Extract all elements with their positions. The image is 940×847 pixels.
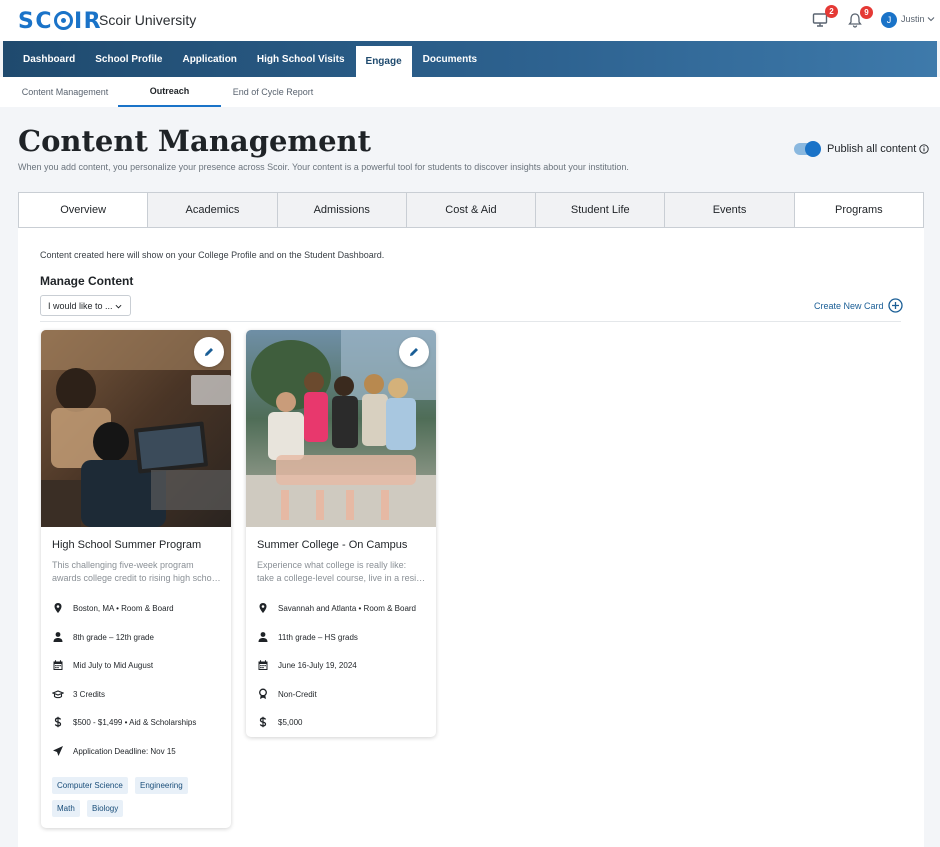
sub-nav: Content Management Outreach End of Cycle… <box>0 77 940 107</box>
card-detail-text: June 16-July 19, 2024 <box>278 660 357 670</box>
card-detail-location: Boston, MA • Room & Board <box>52 601 174 615</box>
credits-icon <box>52 690 64 699</box>
card-detail-location: Savannah and Atlanta • Room & Board <box>257 601 416 615</box>
nav-dashboard[interactable]: Dashboard <box>3 41 85 77</box>
subnav-outreach[interactable]: Outreach <box>118 77 221 107</box>
org-name: Scoir University <box>99 12 197 28</box>
tag-chip[interactable]: Biology <box>87 800 124 817</box>
card-title: High School Summer Program <box>52 539 202 551</box>
location-pin-icon <box>54 603 62 613</box>
card-detail-text: $5,000 <box>278 717 303 727</box>
card-detail-text: 8th grade – 12th grade <box>73 632 154 642</box>
card-detail-text: Mid July to Mid August <box>73 660 154 670</box>
user-name[interactable]: Justin <box>901 14 925 24</box>
messages-icon[interactable]: 2 <box>812 5 838 31</box>
card-detail-text: $500 - $1,499 • Aid & Scholarships <box>73 717 197 727</box>
info-icon[interactable] <box>919 144 929 154</box>
card-detail-grades: 11th grade – HS grads <box>257 630 358 644</box>
publish-toggle-group: Publish all content <box>794 141 929 157</box>
calendar-icon <box>258 660 268 670</box>
nav-high-school-visits[interactable]: High School Visits <box>247 41 355 77</box>
card-description: Experience what college is really like: … <box>257 559 429 585</box>
panel-note: Content created here will show on your C… <box>40 250 385 260</box>
card-description: This challenging five-week program award… <box>52 559 224 585</box>
award-icon <box>259 688 267 699</box>
pencil-icon <box>205 348 213 356</box>
card-detail-dates: June 16-July 19, 2024 <box>257 658 357 672</box>
section-tabs: Overview Academics Admissions Cost & Aid… <box>18 192 924 228</box>
nav-school-profile[interactable]: School Profile <box>85 41 172 77</box>
card-title: Summer College - On Campus <box>257 539 408 551</box>
notifications-badge: 9 <box>860 6 873 19</box>
dropdown-value: I would like to ... <box>48 300 113 311</box>
page-description: When you add content, you personalize yo… <box>18 162 629 172</box>
dollar-icon <box>259 716 267 728</box>
nav-engage[interactable]: Engage <box>355 46 412 77</box>
card-detail-text: 3 Credits <box>73 689 106 699</box>
top-bar: SC IR Scoir University 2 9 J Justin <box>0 0 940 41</box>
tab-admissions[interactable]: Admissions <box>277 192 407 228</box>
card-detail-cost: $500 - $1,499 • Aid & Scholarships <box>52 715 196 729</box>
card-detail-text: Boston, MA • Room & Board <box>73 603 174 613</box>
card-detail-text: Non-Credit <box>278 689 317 699</box>
tab-academics[interactable]: Academics <box>148 192 278 228</box>
content-panel: Content created here will show on your C… <box>18 228 924 847</box>
create-new-card-button[interactable]: Create New Card <box>814 298 903 313</box>
chevron-down-icon <box>115 304 122 309</box>
tab-programs[interactable]: Programs <box>794 192 924 228</box>
card-description-line: Experience what college is really like: <box>257 560 407 570</box>
divider <box>40 321 901 322</box>
avatar[interactable]: J <box>881 12 897 28</box>
tab-overview[interactable]: Overview <box>18 192 149 228</box>
tab-events[interactable]: Events <box>665 192 795 228</box>
person-icon <box>53 632 63 642</box>
edit-card-button[interactable] <box>194 337 224 367</box>
send-icon <box>53 746 63 756</box>
nav-documents[interactable]: Documents <box>413 41 487 77</box>
card-description-line: This challenging five-week program <box>52 560 194 570</box>
card-detail-credits: Non-Credit <box>257 687 317 701</box>
dollar-icon <box>54 716 62 728</box>
program-card[interactable]: High School Summer Program This challeng… <box>41 330 231 828</box>
card-detail-dates: Mid July to Mid August <box>52 658 153 672</box>
page-title: Content Management <box>18 124 372 158</box>
create-new-card-label: Create New Card <box>814 300 884 311</box>
tab-cost-aid[interactable]: Cost & Aid <box>406 192 537 228</box>
edit-card-button[interactable] <box>399 337 429 367</box>
card-description-line: awards college credit to rising high sch… <box>52 573 224 583</box>
program-card[interactable]: Summer College - On Campus Experience wh… <box>246 330 436 737</box>
tag-chip[interactable]: Engineering <box>135 777 188 794</box>
messages-badge: 2 <box>825 5 838 18</box>
card-detail-deadline: Application Deadline: Nov 15 <box>52 744 176 758</box>
card-detail-cost: $5,000 <box>257 715 302 729</box>
pencil-icon <box>410 348 418 356</box>
tag-chip[interactable]: Math <box>52 800 80 817</box>
calendar-icon <box>53 660 63 670</box>
nav-application[interactable]: Application <box>172 41 246 77</box>
tab-student-life[interactable]: Student Life <box>536 192 666 228</box>
card-detail-text: Savannah and Atlanta • Room & Board <box>278 603 417 613</box>
location-pin-icon <box>259 603 267 613</box>
scoir-logo[interactable]: SC IR <box>18 9 102 34</box>
card-detail-text: 11th grade – HS grads <box>278 632 358 642</box>
card-description-line: take a college-level course, live in a r… <box>257 573 429 583</box>
tag-chip[interactable]: Computer Science <box>52 777 128 794</box>
main-nav: Dashboard School Profile Application Hig… <box>3 41 937 77</box>
manage-content-title: Manage Content <box>40 274 134 288</box>
subnav-content-management[interactable]: Content Management <box>10 77 120 107</box>
action-dropdown[interactable]: I would like to ... <box>40 295 131 316</box>
plus-circle-icon <box>887 298 903 313</box>
person-icon <box>258 632 268 642</box>
bell-icon[interactable]: 9 <box>847 6 873 32</box>
card-detail-credits: 3 Credits <box>52 687 105 701</box>
card-detail-grades: 8th grade – 12th grade <box>52 630 154 644</box>
chevron-down-icon[interactable] <box>927 15 935 23</box>
publish-label: Publish all content <box>827 143 917 155</box>
subnav-end-of-cycle-report[interactable]: End of Cycle Report <box>222 77 324 107</box>
card-detail-text: Application Deadline: Nov 15 <box>73 746 176 756</box>
publish-toggle[interactable] <box>794 141 821 157</box>
